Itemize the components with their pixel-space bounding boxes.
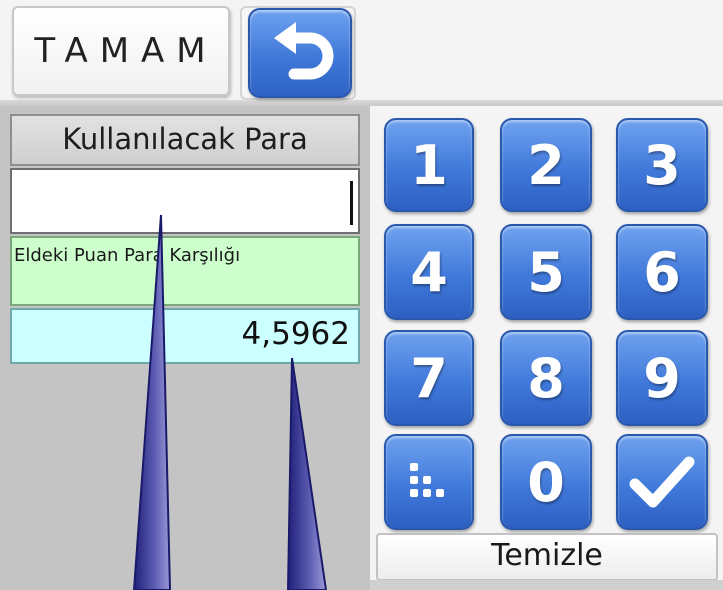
undo-arrow-icon xyxy=(274,22,334,80)
key-9[interactable]: 9 xyxy=(616,330,708,426)
confirm-key[interactable] xyxy=(616,434,708,530)
amount-input[interactable] xyxy=(10,168,360,234)
decimal-point-icon xyxy=(410,463,444,497)
ok-button[interactable]: TAMAM xyxy=(12,6,230,96)
checkmark-icon xyxy=(629,456,695,508)
points-value: 4,5962 xyxy=(241,316,350,352)
key-6[interactable]: 6 xyxy=(616,224,708,320)
key-7[interactable]: 7 xyxy=(384,330,474,426)
clear-button[interactable]: Temizle xyxy=(376,533,718,581)
amount-header-label: Kullanılacak Para xyxy=(10,114,360,166)
key-4[interactable]: 4 xyxy=(384,224,474,320)
back-button[interactable] xyxy=(248,8,352,98)
text-caret xyxy=(350,181,353,225)
key-1[interactable]: 1 xyxy=(384,118,474,212)
key-2[interactable]: 2 xyxy=(500,118,592,212)
decimal-key[interactable] xyxy=(384,434,474,530)
key-8[interactable]: 8 xyxy=(500,330,592,426)
keypad-footer xyxy=(370,580,723,590)
key-5[interactable]: 5 xyxy=(500,224,592,320)
key-3[interactable]: 3 xyxy=(616,118,708,212)
points-label: Eldeki Puan Para Karşılığı xyxy=(14,245,241,266)
key-0[interactable]: 0 xyxy=(500,434,592,530)
